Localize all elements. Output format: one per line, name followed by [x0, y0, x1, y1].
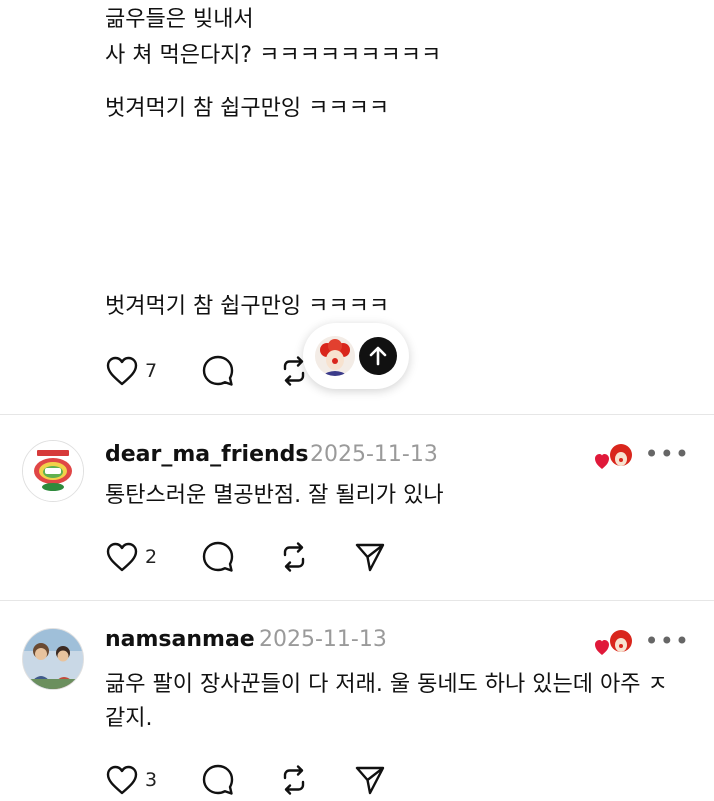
comment-like-count: 3	[145, 769, 158, 791]
comment-reply-button[interactable]	[201, 762, 235, 798]
repost-icon	[283, 765, 305, 795]
speech-bubble-icon	[202, 355, 234, 386]
divider	[0, 414, 714, 415]
comment-like-button[interactable]: 3	[105, 762, 157, 798]
send-icon	[355, 543, 385, 572]
divider	[0, 600, 714, 601]
post-text-line-2: 사 쳐 먹은다지? ㅋㅋㅋㅋㅋㅋㅋㅋㅋ	[105, 43, 442, 68]
comment-share-button[interactable]	[353, 762, 387, 798]
heart-outline-icon	[106, 356, 138, 386]
comment-share-button[interactable]	[353, 539, 387, 575]
comment-like-count: 2	[145, 546, 158, 568]
speech-bubble-icon	[202, 764, 234, 795]
group-photo-avatar-icon	[23, 629, 83, 689]
comment-text: 긂우 팔이 장사꾼들이 다 저래. 울 동네도 하나 있는데 아주 ㅈ 같지.	[105, 672, 668, 731]
post-text-line-4: 벗겨먹기 참 쉽구만잉 ㅋㅋㅋㅋ	[105, 294, 390, 319]
repost-icon	[283, 542, 305, 572]
scroll-to-top-button[interactable]	[359, 337, 397, 375]
comment-username[interactable]: namsanmae	[105, 627, 255, 652]
logo-avatar-icon	[23, 441, 83, 501]
arrow-up-icon	[369, 346, 387, 366]
speech-bubble-icon	[202, 541, 234, 572]
post-like-button[interactable]: 7	[105, 353, 157, 389]
floating-scroll-pill[interactable]	[303, 323, 409, 389]
author-liked-badge	[594, 628, 634, 660]
post-comment-button[interactable]	[201, 353, 235, 389]
send-icon	[355, 766, 385, 795]
avatar	[315, 336, 355, 376]
heart-outline-icon	[106, 542, 138, 572]
comment-text: 통탄스러운 멸공반점. 잘 될리가 있나	[105, 483, 444, 508]
post-text-line-1: 긂우들은 빚내서	[105, 7, 254, 32]
comment-like-button[interactable]: 2	[105, 539, 157, 575]
red-heart-icon	[595, 630, 632, 655]
post-like-count: 7	[145, 360, 158, 382]
comment-username[interactable]: dear_ma_friends	[105, 442, 309, 467]
post-text-line-3: 벗겨먹기 참 쉽구만잉 ㅋㅋㅋㅋ	[105, 96, 390, 121]
avatar[interactable]	[22, 440, 84, 502]
comment-repost-button[interactable]	[277, 762, 311, 798]
comment-reply-button[interactable]	[201, 539, 235, 575]
heart-outline-icon	[106, 765, 138, 795]
comment-date: 2025-11-13	[259, 627, 387, 652]
clown-avatar-icon	[315, 336, 355, 376]
more-options-button[interactable]: •••	[645, 440, 690, 468]
avatar[interactable]	[22, 628, 84, 690]
more-options-button[interactable]: •••	[645, 627, 690, 655]
red-heart-icon	[595, 444, 632, 469]
author-liked-badge	[594, 442, 634, 474]
comment-repost-button[interactable]	[277, 539, 311, 575]
comment-date: 2025-11-13	[310, 442, 438, 467]
